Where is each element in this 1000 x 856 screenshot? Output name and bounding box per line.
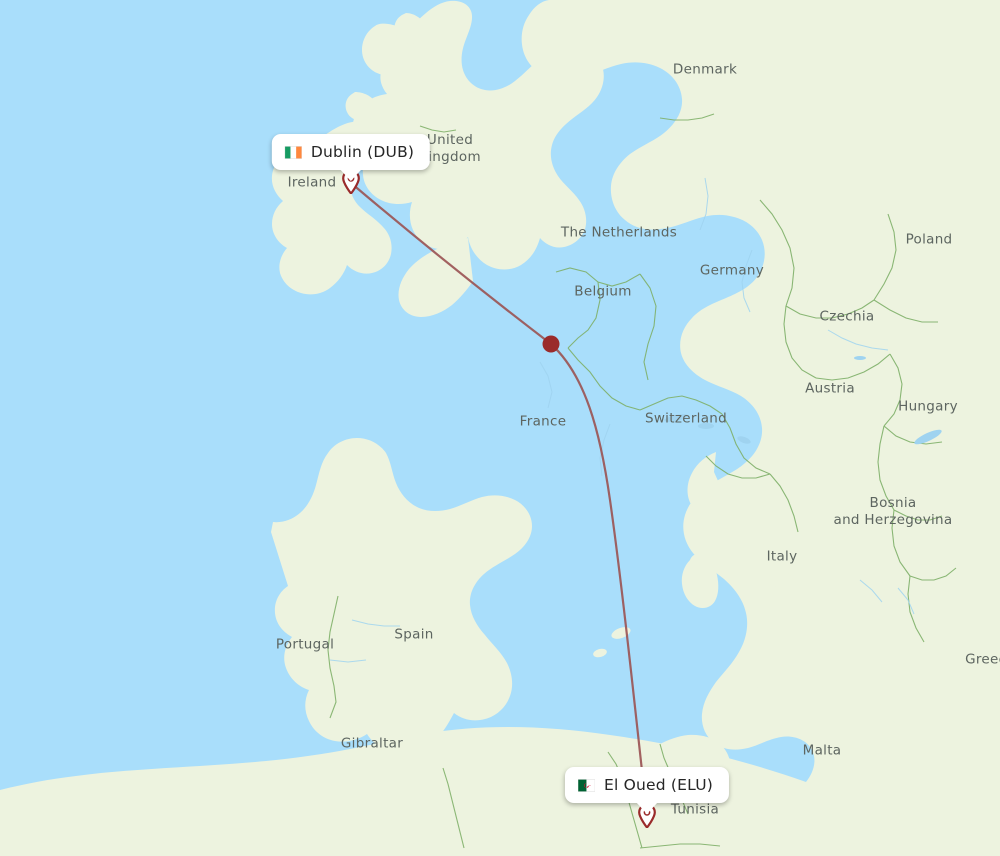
origin-label-text: Dublin (DUB) (310, 143, 415, 161)
destination-tooltip-el-oued[interactable]: El Oued (ELU) (564, 767, 730, 814)
destination-label-text: El Oued (ELU) (603, 776, 714, 794)
flag-algeria-icon (577, 778, 595, 792)
route-waypoint-dot[interactable] (542, 335, 560, 353)
map-geography-layer (0, 0, 1000, 856)
tooltip-arrow (636, 802, 658, 814)
origin-tooltip-dublin[interactable]: Dublin (DUB) (271, 134, 431, 181)
tooltip-arrow (340, 169, 362, 181)
flag-ireland-icon (284, 145, 302, 159)
flight-route-map[interactable]: Denmark Poland United Kingdom Ireland Th… (0, 0, 1000, 856)
